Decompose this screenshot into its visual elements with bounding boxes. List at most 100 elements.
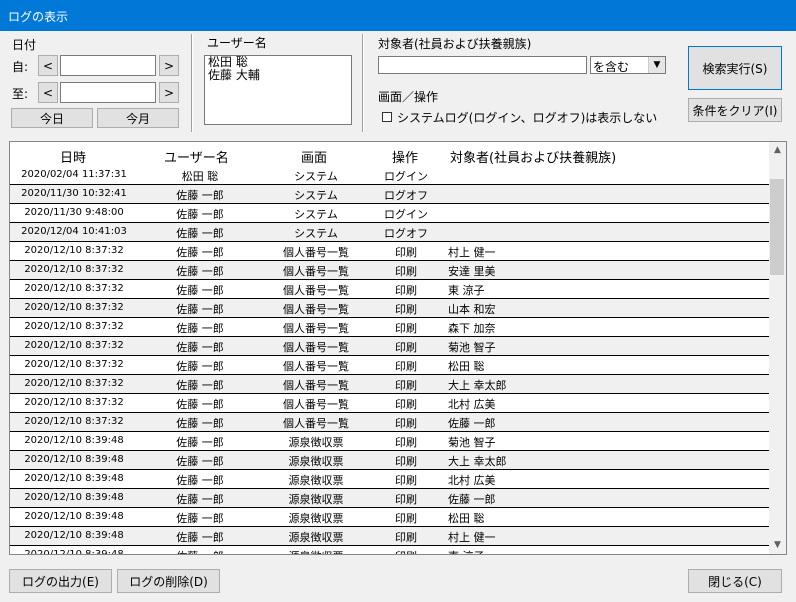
cell-target: 森下 加奈 xyxy=(448,322,496,335)
header-target[interactable]: 対象者(社員および扶養親族) xyxy=(450,147,616,166)
cell-target: 山本 和宏 xyxy=(448,303,496,316)
delete-log-button[interactable]: ログの削除(D) xyxy=(117,569,220,593)
cell-datetime: 2020/12/10 8:37:32 xyxy=(24,397,124,408)
table-row[interactable]: 2020/12/10 8:39:48 佐藤 一郎 源泉徴収票 印刷 大上 幸太郎 xyxy=(10,451,770,470)
table-row[interactable]: 2020/12/10 8:39:48 佐藤 一郎 源泉徴収票 印刷 佐藤 一郎 xyxy=(10,489,770,508)
separator-2 xyxy=(362,34,364,132)
target-heading: 対象者(社員および扶養親族) xyxy=(378,37,532,51)
export-log-button[interactable]: ログの出力(E) xyxy=(9,569,112,593)
table-row[interactable]: 2020/12/10 8:37:32 佐藤 一郎 個人番号一覧 印刷 森下 加奈 xyxy=(10,318,770,337)
cell-screen: システム xyxy=(294,208,338,221)
system-log-checkbox[interactable] xyxy=(382,112,392,122)
header-operation[interactable]: 操作 xyxy=(392,147,418,166)
cell-operation: 印刷 xyxy=(395,379,417,392)
table-row[interactable]: 2020/12/10 8:37:32 佐藤 一郎 個人番号一覧 印刷 大上 幸太郎 xyxy=(10,375,770,394)
from-date-input[interactable] xyxy=(60,55,156,76)
cell-operation: 印刷 xyxy=(395,474,417,487)
header-user[interactable]: ユーザー名 xyxy=(164,147,229,166)
cell-operation: 印刷 xyxy=(395,341,417,354)
cell-target: 北村 広美 xyxy=(448,398,496,411)
table-row[interactable]: 2020/12/10 8:37:32 佐藤 一郎 個人番号一覧 印刷 菊池 智子 xyxy=(10,337,770,356)
user-heading: ユーザー名 xyxy=(207,36,267,50)
cell-datetime: 2020/12/10 8:37:32 xyxy=(24,340,124,351)
cell-operation: 印刷 xyxy=(395,360,417,373)
cell-datetime: 2020/02/04 11:37:31 xyxy=(21,169,127,180)
table-row[interactable]: 2020/12/10 8:39:48 佐藤 一郎 源泉徴収票 印刷 村上 健一 xyxy=(10,527,770,546)
table-row[interactable]: 2020/12/10 8:37:32 佐藤 一郎 個人番号一覧 印刷 北村 広美 xyxy=(10,394,770,413)
header-datetime[interactable]: 日時 xyxy=(60,147,86,166)
cell-user: 佐藤 一郎 xyxy=(176,265,224,278)
cell-screen: 源泉徴収票 xyxy=(288,455,344,468)
match-select[interactable]: を含む ▼ xyxy=(590,56,666,74)
cell-target: 安達 里美 xyxy=(448,265,496,278)
cell-screen: 個人番号一覧 xyxy=(283,322,349,335)
cell-user: 佐藤 一郎 xyxy=(176,341,224,354)
cell-user: 佐藤 一郎 xyxy=(176,189,224,202)
cell-screen: 源泉徴収票 xyxy=(288,531,344,544)
to-prev-button[interactable]: < xyxy=(38,82,58,103)
cell-screen: システム xyxy=(294,189,338,202)
scroll-up-icon[interactable]: ▲ xyxy=(769,142,786,159)
from-prev-button[interactable]: < xyxy=(38,55,58,76)
table-row[interactable]: 2020/12/10 8:39:48 佐藤 一郎 源泉徴収票 印刷 松田 聡 xyxy=(10,508,770,527)
cell-screen: 源泉徴収票 xyxy=(288,436,344,449)
cell-user: 佐藤 一郎 xyxy=(176,379,224,392)
log-grid[interactable]: 日時 ユーザー名 画面 操作 対象者(社員および扶養親族) 2020/02/04… xyxy=(9,141,787,555)
cell-screen: システム xyxy=(294,170,338,183)
to-date-input[interactable] xyxy=(60,82,156,103)
cell-screen: 個人番号一覧 xyxy=(283,284,349,297)
user-list-item[interactable]: 佐藤 大輔 xyxy=(208,69,348,82)
from-next-button[interactable]: > xyxy=(159,55,179,76)
table-row[interactable]: 2020/11/30 9:48:00 佐藤 一郎 システム ログイン xyxy=(10,204,770,223)
close-button[interactable]: 閉じる(C) xyxy=(688,569,782,593)
cell-operation: 印刷 xyxy=(395,531,417,544)
table-row[interactable]: 2020/12/04 10:41:03 佐藤 一郎 システム ログオフ xyxy=(10,223,770,242)
cell-screen: 個人番号一覧 xyxy=(283,246,349,259)
grid-header: 日時 ユーザー名 画面 操作 対象者(社員および扶養親族) xyxy=(10,142,770,166)
scroll-thumb[interactable] xyxy=(770,179,784,275)
cell-target: 大上 幸太郎 xyxy=(448,379,507,392)
screen-op-heading: 画面／操作 xyxy=(378,90,439,104)
cell-datetime: 2020/11/30 9:48:00 xyxy=(24,207,124,218)
cell-datetime: 2020/12/10 8:39:48 xyxy=(24,530,124,541)
vertical-scrollbar[interactable]: ▲ ▼ xyxy=(769,142,786,554)
this-month-button[interactable]: 今月 xyxy=(97,108,179,128)
title-bar: ログの表示 xyxy=(0,0,796,31)
cell-user: 佐藤 一郎 xyxy=(176,360,224,373)
table-row[interactable]: 2020/12/10 8:37:32 佐藤 一郎 個人番号一覧 印刷 山本 和宏 xyxy=(10,299,770,318)
match-select-value: を含む xyxy=(593,60,630,74)
scroll-down-icon[interactable]: ▼ xyxy=(769,537,786,554)
table-row[interactable]: 2020/12/10 8:37:32 佐藤 一郎 個人番号一覧 印刷 東 涼子 xyxy=(10,280,770,299)
table-row[interactable]: 2020/12/10 8:39:48 佐藤 一郎 源泉徴収票 印刷 菊池 智子 xyxy=(10,432,770,451)
clear-conditions-button[interactable]: 条件をクリア(I) xyxy=(688,98,782,122)
user-listbox[interactable]: 松田 聡 佐藤 大輔 xyxy=(204,55,352,125)
table-row[interactable]: 2020/12/10 8:39:48 佐藤 一郎 源泉徴収票 印刷 北村 広美 xyxy=(10,470,770,489)
cell-operation: 印刷 xyxy=(395,455,417,468)
table-row[interactable]: 2020/11/30 10:32:41 佐藤 一郎 システム ログオフ xyxy=(10,185,770,204)
chevron-down-icon[interactable]: ▼ xyxy=(648,57,665,73)
cell-target: 佐藤 一郎 xyxy=(448,493,496,506)
to-label: 至: xyxy=(12,87,29,101)
table-row[interactable]: 2020/12/10 8:37:32 佐藤 一郎 個人番号一覧 印刷 村上 健一 xyxy=(10,242,770,261)
cell-datetime: 2020/12/10 8:39:48 xyxy=(24,511,124,522)
target-name-input[interactable] xyxy=(378,56,587,74)
cell-screen: 源泉徴収票 xyxy=(288,474,344,487)
cell-screen: 個人番号一覧 xyxy=(283,398,349,411)
search-button[interactable]: 検索実行(S) xyxy=(688,46,782,90)
table-row[interactable]: 2020/02/04 11:37:31 松田 聡 システム ログイン xyxy=(10,166,770,185)
to-next-button[interactable]: > xyxy=(159,82,179,103)
table-row[interactable]: 2020/12/10 8:37:32 佐藤 一郎 個人番号一覧 印刷 佐藤 一郎 xyxy=(10,413,770,432)
cell-user: 佐藤 一郎 xyxy=(176,303,224,316)
cell-datetime: 2020/12/10 8:39:48 xyxy=(24,473,124,484)
today-button[interactable]: 今日 xyxy=(11,108,93,128)
cell-screen: 個人番号一覧 xyxy=(283,379,349,392)
cell-screen: 個人番号一覧 xyxy=(283,341,349,354)
cell-user: 松田 聡 xyxy=(181,170,219,183)
cell-operation: 印刷 xyxy=(395,493,417,506)
header-screen[interactable]: 画面 xyxy=(301,147,327,166)
table-row[interactable]: 2020/12/10 8:39:48 佐藤 一郎源泉徴収票印刷東 涼子 xyxy=(10,546,770,554)
table-row[interactable]: 2020/12/10 8:37:32 佐藤 一郎 個人番号一覧 印刷 安達 里美 xyxy=(10,261,770,280)
cell-target: 菊池 智子 xyxy=(448,436,496,449)
cell-operation: 印刷 xyxy=(395,398,417,411)
table-row[interactable]: 2020/12/10 8:37:32 佐藤 一郎 個人番号一覧 印刷 松田 聡 xyxy=(10,356,770,375)
